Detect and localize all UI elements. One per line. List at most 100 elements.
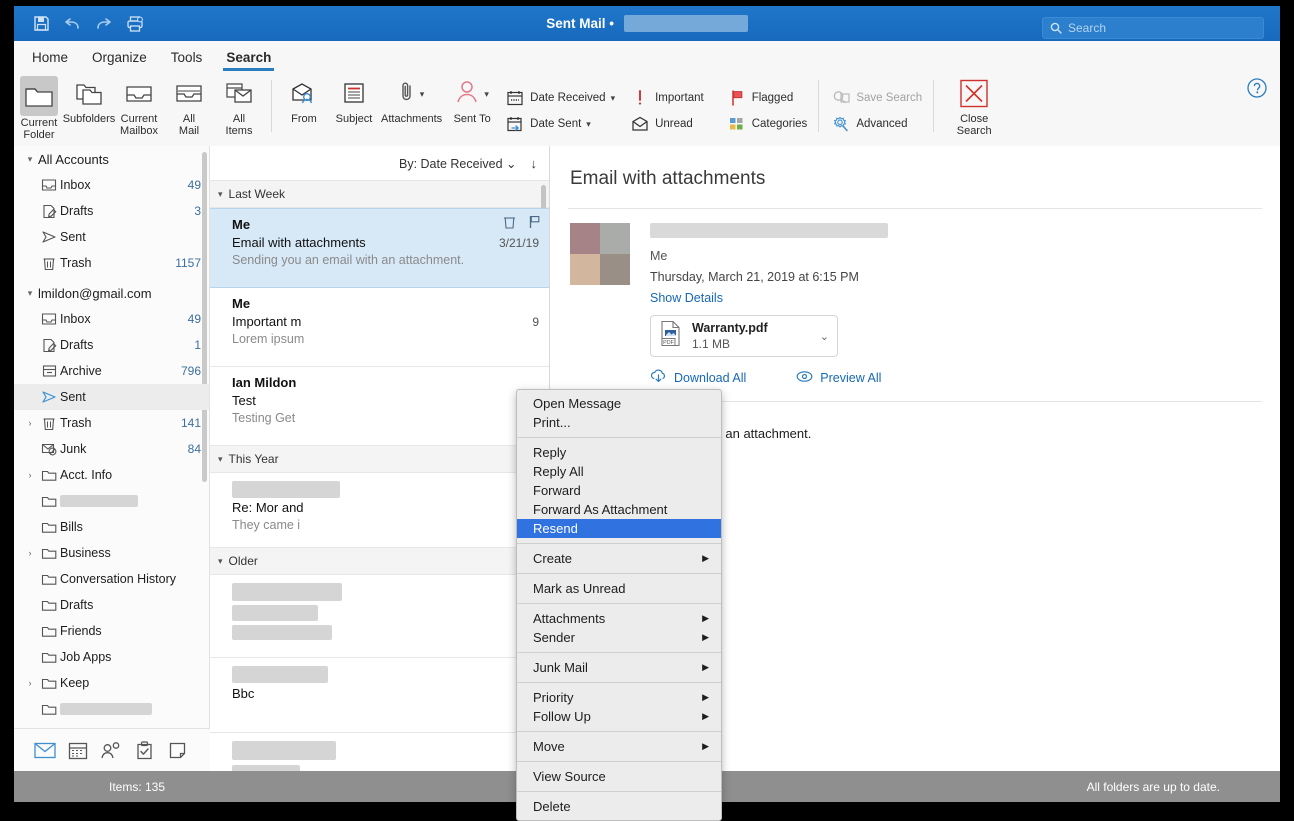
flagged-filter-button[interactable]: Flagged [722, 85, 812, 111]
tab-organize[interactable]: Organize [92, 50, 147, 71]
sidebar-item-acct-info[interactable]: › Acct. Info [14, 462, 209, 488]
account-header-gmail[interactable]: ▾ lmildon@gmail.com [14, 280, 209, 306]
menu-item-priority[interactable]: Priority ▶ [517, 688, 721, 707]
sidebar-item-trash-all[interactable]: Trash 1157 [14, 250, 209, 276]
menu-item-junk-mail[interactable]: Junk Mail ▶ [517, 658, 721, 677]
chevron-down-icon[interactable]: ⌄ [506, 157, 516, 171]
group-header-this-year[interactable]: ▾ This Year [210, 446, 549, 473]
sent-to-caret-icon[interactable]: ▾ [484, 89, 489, 100]
menu-item-open-message[interactable]: Open Message [517, 394, 721, 413]
download-all-button[interactable]: Download All [650, 369, 746, 387]
menu-item-mark-as-unread[interactable]: Mark as Unread [517, 579, 721, 598]
sidebar-item-drafts[interactable]: Drafts 1 [14, 332, 209, 358]
show-details-link[interactable]: Show Details [650, 291, 888, 305]
message-row[interactable]: Bbc 8 [210, 658, 549, 733]
people-icon[interactable] [96, 736, 126, 764]
chevron-down-icon[interactable]: ▾ [218, 454, 223, 465]
calendar-icon[interactable] [63, 736, 93, 764]
chevron-right-icon[interactable]: › [22, 678, 38, 688]
tasks-icon[interactable] [129, 736, 159, 764]
menu-item-move[interactable]: Move ▶ [517, 737, 721, 756]
arrow-down-icon[interactable]: ↓ [531, 156, 538, 171]
sidebar-item-bills[interactable]: Bills [14, 514, 209, 540]
chevron-right-icon[interactable]: › [22, 470, 38, 480]
sidebar-item-drafts-all[interactable]: Drafts 3 [14, 198, 209, 224]
help-icon[interactable] [1246, 77, 1268, 99]
sidebar-item-keep[interactable]: › Keep [14, 670, 209, 696]
notes-icon[interactable] [162, 736, 192, 764]
attachments-filter-button[interactable]: ▾ Attachments [379, 71, 444, 148]
important-filter-button[interactable]: Important [625, 85, 708, 111]
date-sent-button[interactable]: Date Sent ▾ [500, 111, 619, 137]
chevron-down-icon[interactable]: ▾ [218, 556, 223, 567]
menu-item-forward-as-attachment[interactable]: Forward As Attachment [517, 500, 721, 519]
sidebar-item-business[interactable]: › Business [14, 540, 209, 566]
menu-item-delete[interactable]: Delete [517, 797, 721, 816]
message-row[interactable]: Re: Mor and They came i 9 [210, 473, 549, 548]
sort-by-button[interactable]: By: Date Received ⌄ [399, 156, 517, 171]
chevron-down-icon[interactable]: ▾ [22, 288, 38, 299]
from-filter-button[interactable]: From [279, 71, 329, 148]
tab-home[interactable]: Home [32, 50, 68, 71]
sidebar-item-inbox[interactable]: Inbox 49 [14, 306, 209, 332]
subject-filter-button[interactable]: Subject [329, 71, 379, 148]
chevron-right-icon[interactable]: › [22, 548, 38, 558]
subfolders-button[interactable]: Subfolders [63, 71, 115, 148]
chevron-down-icon[interactable]: ▾ [22, 154, 38, 165]
redo-icon[interactable] [94, 14, 113, 33]
menu-item-reply[interactable]: Reply [517, 443, 721, 462]
menu-item-forward[interactable]: Forward [517, 481, 721, 500]
save-search-button[interactable]: Save Search [826, 85, 926, 111]
sidebar-item-redacted-1[interactable] [14, 488, 209, 514]
unread-filter-button[interactable]: Unread [625, 111, 708, 137]
date-sent-caret-icon[interactable]: ▾ [586, 119, 591, 130]
search-input[interactable]: Search [1042, 17, 1264, 39]
all-items-button[interactable]: All Items [214, 71, 264, 148]
sidebar-item-junk[interactable]: Junk 84 [14, 436, 209, 462]
sidebar-item-redacted-2[interactable] [14, 696, 209, 722]
menu-item-attachments[interactable]: Attachments ▶ [517, 609, 721, 628]
sidebar-item-job-apps[interactable]: Job Apps [14, 644, 209, 670]
attachments-caret-icon[interactable]: ▾ [420, 89, 425, 100]
date-received-caret-icon[interactable]: ▾ [611, 93, 616, 104]
message-row-selected[interactable]: Me Email with attachments Sending you an… [210, 208, 549, 288]
chevron-down-icon[interactable]: ⌄ [820, 330, 829, 343]
menu-item-view-source[interactable]: View Source [517, 767, 721, 786]
save-icon[interactable] [32, 14, 51, 33]
sidebar-item-sent-all[interactable]: Sent [14, 224, 209, 250]
sidebar-item-friends[interactable]: Friends [14, 618, 209, 644]
chevron-down-icon[interactable]: ▾ [218, 189, 223, 200]
date-received-button[interactable]: Date Received ▾ [500, 85, 619, 111]
sent-to-filter-button[interactable]: ▾ Sent To [444, 71, 500, 148]
close-search-button[interactable]: Close Search [949, 71, 999, 148]
sidebar-item-trash[interactable]: › Trash 141 [14, 410, 209, 436]
group-header-older[interactable]: ▾ Older [210, 548, 549, 575]
message-row[interactable]: Me Important m Lorem ipsum 9 [210, 288, 549, 367]
print-icon[interactable] [125, 14, 144, 33]
sidebar-item-conversation-history[interactable]: Conversation History [14, 566, 209, 592]
current-mailbox-button[interactable]: Current Mailbox [114, 71, 164, 148]
menu-item-create[interactable]: Create ▶ [517, 549, 721, 568]
menu-item-reply-all[interactable]: Reply All [517, 462, 721, 481]
sidebar-item-archive[interactable]: Archive 796 [14, 358, 209, 384]
menu-item-follow-up[interactable]: Follow Up ▶ [517, 707, 721, 726]
group-header-last-week[interactable]: ▾ Last Week [210, 181, 549, 208]
undo-icon[interactable] [63, 14, 82, 33]
tab-search[interactable]: Search [223, 50, 275, 71]
categories-filter-button[interactable]: Categories [722, 111, 812, 137]
advanced-search-button[interactable]: Advanced [826, 111, 926, 137]
all-mail-button[interactable]: All Mail [164, 71, 214, 148]
menu-item-resend[interactable]: Resend [517, 519, 721, 538]
message-row[interactable]: 8 [210, 575, 549, 658]
sidebar-item-inbox-all[interactable]: Inbox 49 [14, 172, 209, 198]
flag-icon[interactable] [528, 215, 541, 234]
message-row[interactable]: 9/28/18 [210, 733, 549, 771]
account-header-all-accounts[interactable]: ▾ All Accounts [14, 146, 209, 172]
tab-tools[interactable]: Tools [171, 50, 203, 71]
mail-icon[interactable] [30, 736, 60, 764]
preview-all-button[interactable]: Preview All [796, 370, 881, 386]
message-row[interactable]: Ian Mildon Test Testing Get 9 [210, 367, 549, 446]
sidebar-item-drafts-folder[interactable]: Drafts [14, 592, 209, 618]
attachment-card[interactable]: PDF Warranty.pdf 1.1 MB ⌄ [650, 315, 838, 357]
menu-item-sender[interactable]: Sender ▶ [517, 628, 721, 647]
